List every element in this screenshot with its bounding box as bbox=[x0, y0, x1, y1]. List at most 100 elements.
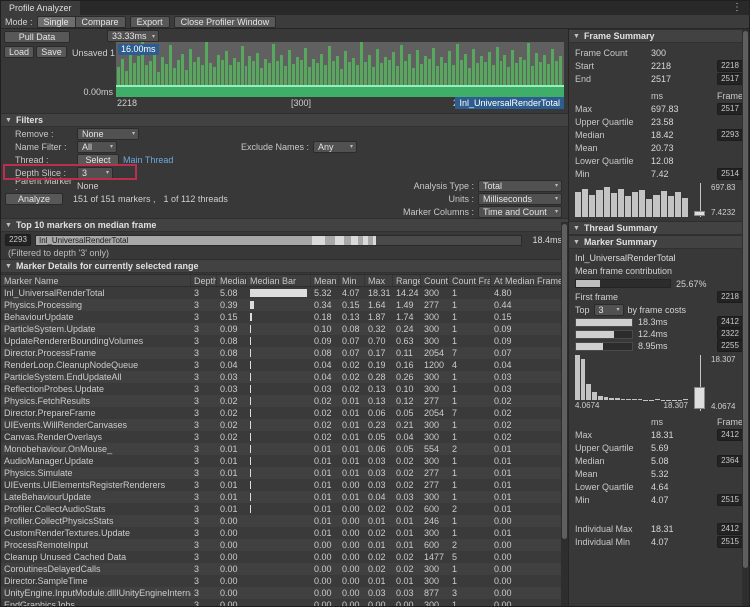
column-header[interactable]: At Median Frame bbox=[491, 275, 568, 286]
table-row[interactable]: UIEvents.WillRenderCanvases30.020.020.01… bbox=[1, 419, 568, 431]
name-filter-dropdown[interactable]: All ▾ bbox=[77, 141, 117, 153]
column-header[interactable]: Depth bbox=[191, 275, 217, 286]
thread-select-button[interactable]: Select bbox=[77, 154, 119, 166]
column-header[interactable]: Median bbox=[217, 275, 247, 286]
first-frame-badge[interactable]: 2218 bbox=[717, 291, 743, 303]
right-pane-scrollbar[interactable] bbox=[742, 29, 749, 606]
scale-dropdown[interactable]: 33.33ms ▾ bbox=[107, 30, 159, 42]
remove-dropdown[interactable]: None ▾ bbox=[77, 128, 139, 140]
column-header[interactable]: Count Frame bbox=[449, 275, 491, 286]
column-header[interactable]: Median Bar bbox=[247, 275, 311, 286]
frame-badge[interactable]: 2364 bbox=[717, 455, 743, 467]
value-cell: 300 bbox=[421, 431, 449, 443]
histogram-bar bbox=[675, 192, 681, 217]
frame-badge[interactable]: 2412 bbox=[717, 523, 743, 535]
top10-bar-track[interactable]: Inl_UniversalRenderTotal bbox=[35, 235, 522, 246]
close-profiler-button[interactable]: Close Profiler Window bbox=[174, 16, 277, 28]
frame-badge[interactable]: 2515 bbox=[717, 494, 743, 506]
mode-compare-button[interactable]: Compare bbox=[75, 16, 126, 28]
scrollbar-thumb[interactable] bbox=[743, 31, 748, 568]
table-row[interactable]: Director.ProcessFrame30.080.080.070.170.… bbox=[1, 347, 568, 359]
marker-columns-dropdown[interactable]: Time and Count ▾ bbox=[478, 206, 562, 218]
top10-segment[interactable] bbox=[373, 236, 377, 245]
table-row[interactable]: Physics.Simulate30.010.010.010.030.02277… bbox=[1, 467, 568, 479]
median-frame-badge[interactable]: 2293 bbox=[5, 234, 31, 246]
mode-single-button[interactable]: Single bbox=[37, 16, 76, 28]
filters-header[interactable]: ▼ Filters bbox=[1, 113, 568, 127]
table-row[interactable]: Physics.Processing30.390.340.151.641.492… bbox=[1, 299, 568, 311]
table-row[interactable]: ProcessRemoteInput30.000.000.000.010.016… bbox=[1, 539, 568, 551]
top10-segment[interactable] bbox=[325, 236, 335, 245]
table-row[interactable]: Inl_UniversalRenderTotal35.085.324.0718.… bbox=[1, 287, 568, 299]
analyze-button[interactable]: Analyze bbox=[5, 193, 63, 205]
table-row[interactable]: BehaviourUpdate30.150.180.131.871.743001… bbox=[1, 311, 568, 323]
table-row[interactable]: Monobehaviour.OnMouse_30.010.010.010.060… bbox=[1, 443, 568, 455]
table-row[interactable]: AudioManager.Update30.010.010.010.030.02… bbox=[1, 455, 568, 467]
thread-summary-header[interactable]: ▼ Thread Summary bbox=[569, 221, 749, 235]
table-row[interactable]: EndGraphicsJobs30.000.000.000.000.003001… bbox=[1, 599, 568, 607]
table-row[interactable]: Director.SampleTime30.000.000.000.010.01… bbox=[1, 575, 568, 587]
value-cell: 0.00 bbox=[311, 551, 339, 563]
column-header[interactable]: Max bbox=[365, 275, 393, 286]
value-cell: 3 bbox=[191, 311, 217, 323]
table-row[interactable]: Cleanup Unused Cached Data30.000.000.000… bbox=[1, 551, 568, 563]
table-row[interactable]: LateBehaviourUpdate30.010.010.010.040.03… bbox=[1, 491, 568, 503]
frame-badge[interactable]: 2412 bbox=[717, 316, 743, 328]
table-row[interactable]: CustomRenderTextures.Update30.000.010.00… bbox=[1, 527, 568, 539]
table-row[interactable]: Director.PrepareFrame30.020.020.010.060.… bbox=[1, 407, 568, 419]
frame-badge[interactable]: 2517 bbox=[717, 73, 743, 85]
save-button[interactable]: Save bbox=[36, 46, 67, 58]
table-row[interactable]: Profiler.CollectAudioStats30.010.010.000… bbox=[1, 503, 568, 515]
scrollbar-thumb[interactable] bbox=[562, 224, 567, 539]
units-dropdown[interactable]: Milliseconds ▾ bbox=[478, 193, 562, 205]
frame-badge[interactable]: 2412 bbox=[717, 429, 743, 441]
export-button[interactable]: Export bbox=[130, 16, 170, 28]
frame-badge[interactable]: 2255 bbox=[717, 340, 743, 352]
table-scrollbar[interactable] bbox=[561, 222, 568, 606]
frame-badge[interactable]: 2293 bbox=[717, 129, 743, 141]
marker-summary-header[interactable]: ▼ Marker Summary bbox=[569, 235, 749, 249]
kebab-menu-icon[interactable]: ⋮ bbox=[725, 1, 749, 15]
table-row[interactable]: CoroutinesDelayedCalls30.000.000.000.020… bbox=[1, 563, 568, 575]
tab-profile-analyzer[interactable]: Profile Analyzer bbox=[1, 1, 80, 15]
top10-segment[interactable] bbox=[344, 236, 351, 245]
marker-details-header[interactable]: ▼ Marker Details for currently selected … bbox=[1, 259, 568, 273]
frame-badge[interactable]: 2517 bbox=[717, 103, 743, 115]
top10-segment[interactable] bbox=[335, 236, 344, 245]
frame-summary-histogram[interactable] bbox=[575, 187, 688, 217]
exclude-names-label: Exclude Names : bbox=[241, 142, 309, 152]
analysis-type-dropdown[interactable]: Total ▾ bbox=[478, 180, 562, 192]
table-row[interactable]: Profiler.CollectPhysicsStats30.000.010.0… bbox=[1, 515, 568, 527]
frame-badge[interactable]: 2218 bbox=[717, 60, 743, 72]
frame-time-chart[interactable]: 16.00ms bbox=[116, 42, 564, 97]
table-row[interactable]: UIEvents.UIElementsRegisterRenderers30.0… bbox=[1, 479, 568, 491]
top10-header[interactable]: ▼ Top 10 markers on median frame bbox=[1, 218, 568, 232]
frame-badge[interactable]: 2514 bbox=[717, 168, 743, 180]
column-header[interactable]: Min bbox=[339, 275, 365, 286]
top10-segment[interactable]: Inl_UniversalRenderTotal bbox=[36, 236, 312, 245]
table-row[interactable]: UnityEngine.InputModule.dllIUnityEngineI… bbox=[1, 587, 568, 599]
exclude-names-dropdown[interactable]: Any ▾ bbox=[313, 141, 357, 153]
top-count-dropdown[interactable]: 3 ▾ bbox=[594, 304, 624, 316]
column-header[interactable]: Count bbox=[421, 275, 449, 286]
marker-summary-histogram[interactable] bbox=[575, 355, 688, 400]
table-row[interactable]: Canvas.RenderOverlays30.020.020.010.050.… bbox=[1, 431, 568, 443]
frame-badge[interactable]: 2515 bbox=[717, 536, 743, 548]
table-row[interactable]: ParticleSystem.Update30.090.100.080.320.… bbox=[1, 323, 568, 335]
column-header[interactable]: Range bbox=[393, 275, 421, 286]
column-header[interactable]: Mean bbox=[311, 275, 339, 286]
load-button[interactable]: Load bbox=[4, 46, 34, 58]
table-row[interactable]: RenderLoop.CleanupNodeQueue30.040.040.02… bbox=[1, 359, 568, 371]
depth-slice-dropdown[interactable]: 3 ▾ bbox=[77, 167, 113, 179]
value-cell: 0.01 bbox=[339, 431, 365, 443]
top10-segment[interactable] bbox=[312, 236, 325, 245]
table-row[interactable]: ParticleSystem.EndUpdateAll30.030.040.02… bbox=[1, 371, 568, 383]
table-row[interactable]: UpdateRendererBoundingVolumes30.080.090.… bbox=[1, 335, 568, 347]
table-row[interactable]: Physics.FetchResults30.020.020.010.130.1… bbox=[1, 395, 568, 407]
frame-badge[interactable]: 2322 bbox=[717, 328, 743, 340]
frame-summary-header[interactable]: ▼ Frame Summary bbox=[569, 29, 749, 43]
table-row[interactable]: ReflectionProbes.Update30.030.030.020.13… bbox=[1, 383, 568, 395]
pull-data-button[interactable]: Pull Data bbox=[4, 31, 70, 43]
marker-summary-colhead: ms Frame bbox=[569, 415, 749, 428]
column-header[interactable]: Marker Name bbox=[1, 275, 191, 286]
